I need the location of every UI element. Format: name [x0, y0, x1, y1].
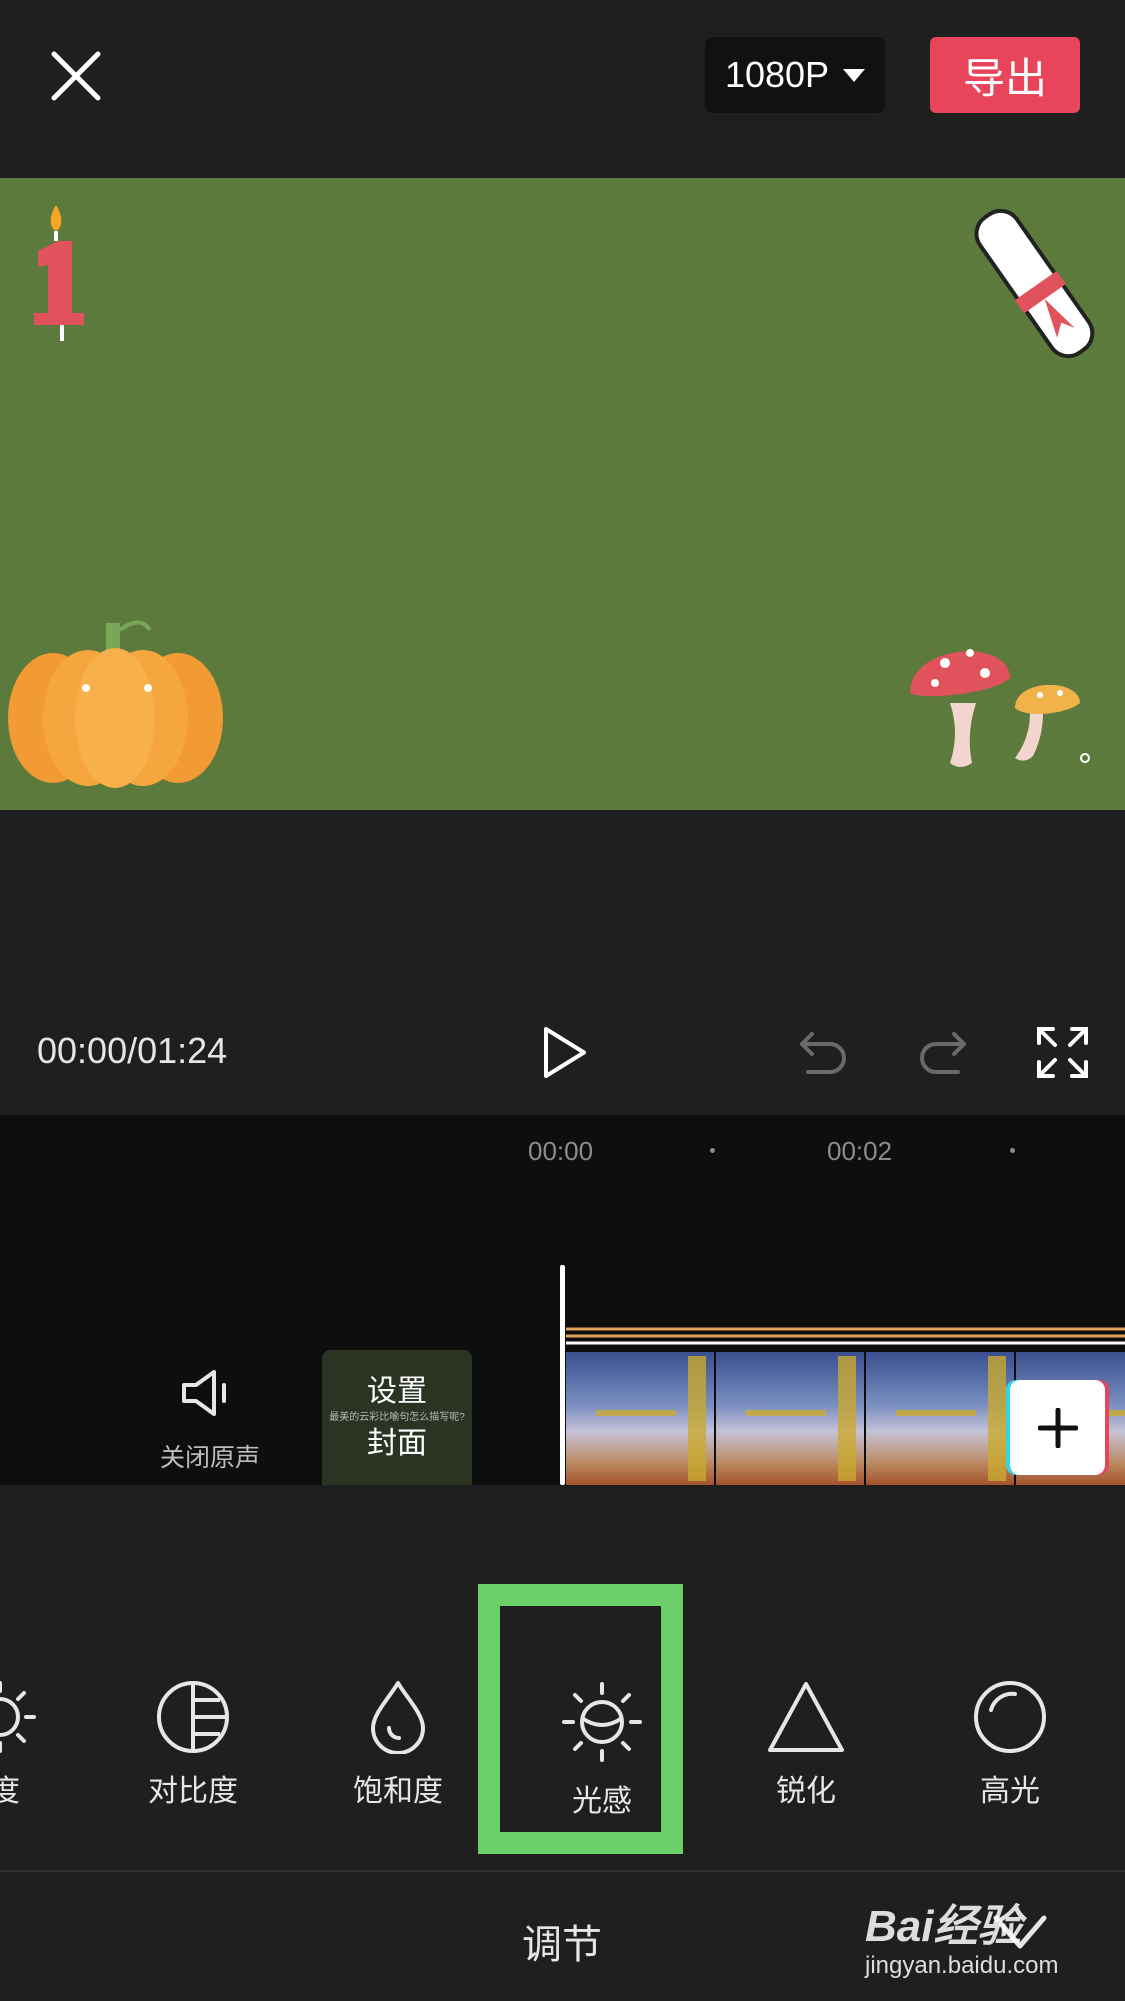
chevron-down-icon [843, 68, 866, 82]
video-preview[interactable] [0, 178, 1125, 810]
baidu-watermark: Bai经验 jingyan.baidu.com [860, 1880, 1080, 1990]
tool-brightness[interactable]: 度 [0, 1680, 80, 1810]
watermark-url: jingyan.baidu.com [865, 1952, 1059, 1979]
tool-label: 度 [0, 1775, 20, 1808]
timecode: 00:00/01:24 [37, 1030, 228, 1071]
triangle-icon [768, 1682, 844, 1752]
divider [0, 1870, 1125, 1872]
watermark-brand: Bai经验 [865, 1902, 1022, 1951]
video-clip-frame[interactable] [866, 1352, 1014, 1485]
video-clip-frame[interactable] [566, 1352, 714, 1485]
selection-highlight-box [478, 1584, 683, 1854]
time-tick: 00:02 [827, 1136, 893, 1166]
speaker-icon[interactable] [180, 1368, 236, 1418]
brightness-icon [0, 1681, 36, 1753]
tick-dot [710, 1148, 715, 1153]
candle-sticker [34, 205, 84, 341]
contrast-icon [157, 1681, 229, 1753]
tool-highlights[interactable]: 高光 [930, 1680, 1090, 1810]
resolution-label: 1080P [724, 54, 830, 95]
cover-caption: 最美的云彩比喻句怎么描写呢? [329, 1411, 465, 1423]
undo-icon[interactable] [798, 1030, 848, 1075]
tool-label: 高光 [980, 1775, 1040, 1808]
tick-dot [1010, 1148, 1015, 1153]
tool-saturation[interactable]: 饱和度 [318, 1680, 478, 1810]
close-icon[interactable] [48, 48, 104, 104]
tool-contrast[interactable]: 对比度 [113, 1680, 273, 1810]
tool-sharpen[interactable]: 锐化 [726, 1680, 886, 1810]
mushroom-sticker [910, 649, 1090, 767]
video-clip-frame[interactable] [716, 1352, 864, 1485]
fullscreen-icon[interactable] [1035, 1025, 1090, 1080]
highlight-icon [974, 1681, 1046, 1753]
mute-original-audio-label[interactable]: 关闭原声 [160, 1438, 260, 1474]
export-button[interactable]: 导出 [930, 37, 1080, 113]
play-icon[interactable] [540, 1025, 590, 1080]
cover-label-line2: 封面 [367, 1426, 427, 1460]
droplet-icon [371, 1681, 425, 1754]
audio-track[interactable] [566, 1326, 1125, 1346]
pumpkin-sticker [8, 620, 223, 788]
playhead[interactable] [560, 1265, 565, 1485]
scroll-sticker [974, 208, 1095, 359]
time-tick: 00:00 [528, 1136, 594, 1166]
resolution-dropdown[interactable]: 1080P [705, 37, 885, 113]
tool-label: 锐化 [776, 1775, 836, 1808]
plus-icon [1037, 1407, 1078, 1448]
redo-icon[interactable] [918, 1030, 968, 1075]
add-clip-button[interactable] [1010, 1380, 1105, 1475]
tool-label: 对比度 [148, 1775, 238, 1808]
cover-label-line1: 设置 [367, 1374, 427, 1408]
tool-label: 饱和度 [353, 1775, 443, 1808]
set-cover-button[interactable]: 设置 最美的云彩比喻句怎么描写呢? 封面 [322, 1350, 472, 1485]
panel-title: 调节 [522, 1923, 602, 1967]
